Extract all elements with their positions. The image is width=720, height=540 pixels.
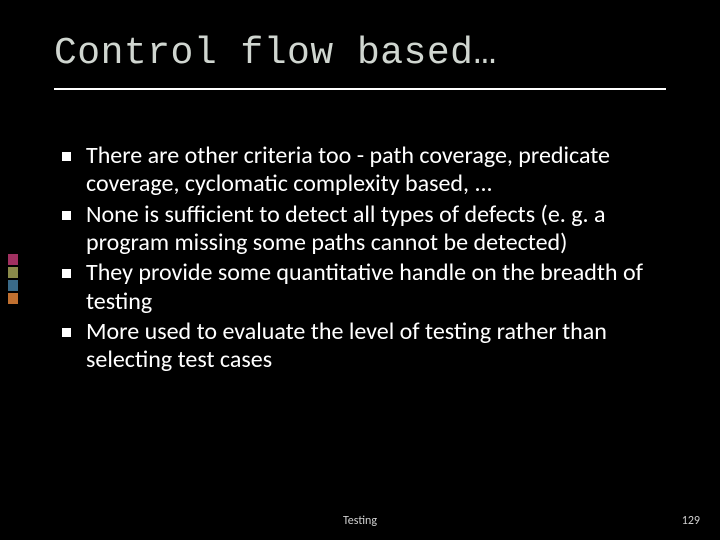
page-number: 129 — [682, 514, 700, 528]
list-item: More used to evaluate the level of testi… — [60, 318, 660, 375]
title-underline — [54, 88, 666, 90]
accent-stripe — [8, 280, 18, 291]
footer-label: Testing — [0, 514, 720, 528]
accent-stripe — [8, 293, 18, 304]
slide-title: Control flow based… — [54, 32, 497, 75]
list-item: None is sufficient to detect all types o… — [60, 201, 660, 258]
content-area: There are other criteria too - path cove… — [60, 142, 660, 377]
accent-stripe — [8, 267, 18, 278]
accent-stripe — [8, 254, 18, 265]
list-item: They provide some quantitative handle on… — [60, 259, 660, 316]
bullet-list: There are other criteria too - path cove… — [60, 142, 660, 375]
slide: Control flow based… There are other crit… — [0, 0, 720, 540]
accent-bar — [8, 254, 18, 306]
list-item: There are other criteria too - path cove… — [60, 142, 660, 199]
